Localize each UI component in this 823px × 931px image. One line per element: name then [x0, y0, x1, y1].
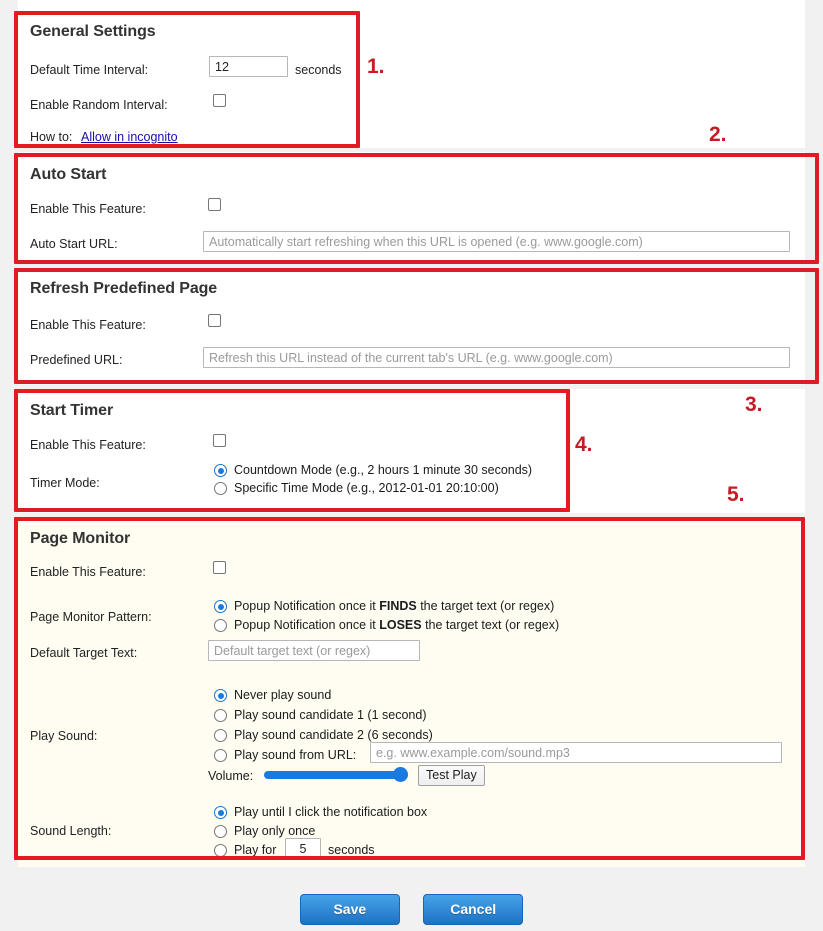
pattern-finds-post: the target text (or regex)	[416, 599, 555, 613]
play-sound-label: Play Sound:	[30, 729, 98, 743]
start-timer-enable-label: Enable This Feature:	[30, 438, 146, 452]
default-time-interval-input[interactable]	[209, 56, 288, 77]
volume-label: Volume:	[208, 769, 254, 783]
start-timer-title: Start Timer	[30, 402, 114, 419]
how-to-label: How to:	[30, 130, 73, 144]
interval-unit-label: seconds	[295, 63, 342, 77]
cancel-button[interactable]: Cancel	[423, 894, 524, 925]
timer-mode-countdown-radio[interactable]	[214, 464, 227, 477]
timer-mode-label: Timer Mode:	[30, 476, 100, 490]
save-button[interactable]: Save	[299, 894, 400, 925]
volume-slider[interactable]	[264, 771, 408, 779]
annotation-number-4: 4.	[575, 433, 593, 456]
pattern-loses-radio[interactable]	[214, 619, 227, 632]
predefined-enable-checkbox[interactable]	[208, 314, 221, 327]
default-target-text-input[interactable]	[208, 640, 420, 661]
enable-random-interval-checkbox[interactable]	[213, 94, 226, 107]
timer-mode-countdown-label: Countdown Mode (e.g., 2 hours 1 minute 3…	[234, 463, 533, 477]
play-for-seconds-input[interactable]	[285, 838, 321, 859]
page-monitor-enable-label: Enable This Feature:	[30, 565, 146, 579]
options-page: General Settings Default Time Interval: …	[0, 0, 823, 931]
refresh-predefined-section: Refresh Predefined Page Enable This Feat…	[18, 272, 805, 381]
annotation-number-5: 5.	[727, 483, 745, 506]
default-target-text-label: Default Target Text:	[30, 646, 138, 660]
sound-from-url-radio[interactable]	[214, 749, 227, 762]
sound-candidate1-label: Play sound candidate 1 (1 second)	[234, 708, 427, 722]
general-settings-title: General Settings	[30, 23, 156, 40]
pattern-finds-label: Popup Notification once it FINDS the tar…	[234, 599, 554, 613]
refresh-predefined-title: Refresh Predefined Page	[30, 280, 218, 297]
default-time-interval-label: Default Time Interval:	[30, 63, 149, 77]
pattern-loses-pre: Popup Notification once it	[234, 618, 380, 632]
play-for-unit-label: seconds	[328, 843, 375, 857]
timer-mode-specific-radio[interactable]	[214, 482, 227, 495]
sound-candidate1-radio[interactable]	[214, 709, 227, 722]
auto-start-url-input[interactable]	[203, 231, 790, 252]
page-monitor-pattern-label: Page Monitor Pattern:	[30, 610, 152, 624]
auto-start-url-label: Auto Start URL:	[30, 237, 118, 251]
length-until-click-label: Play until I click the notification box	[234, 805, 428, 819]
auto-start-section: Auto Start Enable This Feature: Auto Sta…	[18, 156, 805, 260]
length-until-click-radio[interactable]	[214, 806, 227, 819]
volume-slider-thumb[interactable]	[393, 767, 408, 782]
length-once-label: Play only once	[234, 824, 316, 838]
sound-length-label: Sound Length:	[30, 824, 112, 838]
auto-start-enable-checkbox[interactable]	[208, 198, 221, 211]
predefined-enable-label: Enable This Feature:	[30, 318, 146, 332]
predefined-url-input[interactable]	[203, 347, 790, 368]
start-timer-section: Start Timer Enable This Feature: Timer M…	[18, 393, 805, 509]
sound-never-radio[interactable]	[214, 689, 227, 702]
page-monitor-section: Page Monitor Enable This Feature: Page M…	[18, 521, 805, 863]
sound-from-url-label: Play sound from URL:	[234, 748, 357, 762]
sound-url-input[interactable]	[370, 742, 782, 763]
length-play-for-radio[interactable]	[214, 844, 227, 857]
length-play-for-label: Play for	[234, 843, 277, 857]
page-monitor-enable-checkbox[interactable]	[213, 561, 226, 574]
pattern-finds-pre: Popup Notification once it	[234, 599, 380, 613]
pattern-finds-strong: FINDS	[379, 599, 417, 613]
test-play-button[interactable]: Test Play	[418, 765, 485, 786]
footer-actions: Save Cancel	[0, 894, 823, 925]
enable-random-interval-label: Enable Random Interval:	[30, 98, 168, 112]
pattern-loses-post: the target text (or regex)	[421, 618, 560, 632]
annotation-number-3: 3.	[745, 393, 763, 416]
general-settings-section: General Settings Default Time Interval: …	[18, 4, 805, 144]
sound-candidate2-radio[interactable]	[214, 729, 227, 742]
length-once-radio[interactable]	[214, 825, 227, 838]
pattern-loses-label: Popup Notification once it LOSES the tar…	[234, 618, 559, 632]
pattern-finds-radio[interactable]	[214, 600, 227, 613]
pattern-loses-strong: LOSES	[379, 618, 422, 632]
start-timer-enable-checkbox[interactable]	[213, 434, 226, 447]
annotation-number-2: 2.	[709, 123, 727, 146]
predefined-url-label: Predefined URL:	[30, 353, 123, 367]
sound-candidate2-label: Play sound candidate 2 (6 seconds)	[234, 728, 433, 742]
auto-start-title: Auto Start	[30, 166, 107, 183]
auto-start-enable-label: Enable This Feature:	[30, 202, 146, 216]
annotation-number-1: 1.	[367, 55, 385, 78]
allow-in-incognito-link[interactable]: Allow in incognito	[81, 130, 178, 144]
sound-never-label: Never play sound	[234, 688, 332, 702]
page-monitor-title: Page Monitor	[30, 530, 131, 547]
timer-mode-specific-label: Specific Time Mode (e.g., 2012-01-01 20:…	[234, 481, 499, 495]
